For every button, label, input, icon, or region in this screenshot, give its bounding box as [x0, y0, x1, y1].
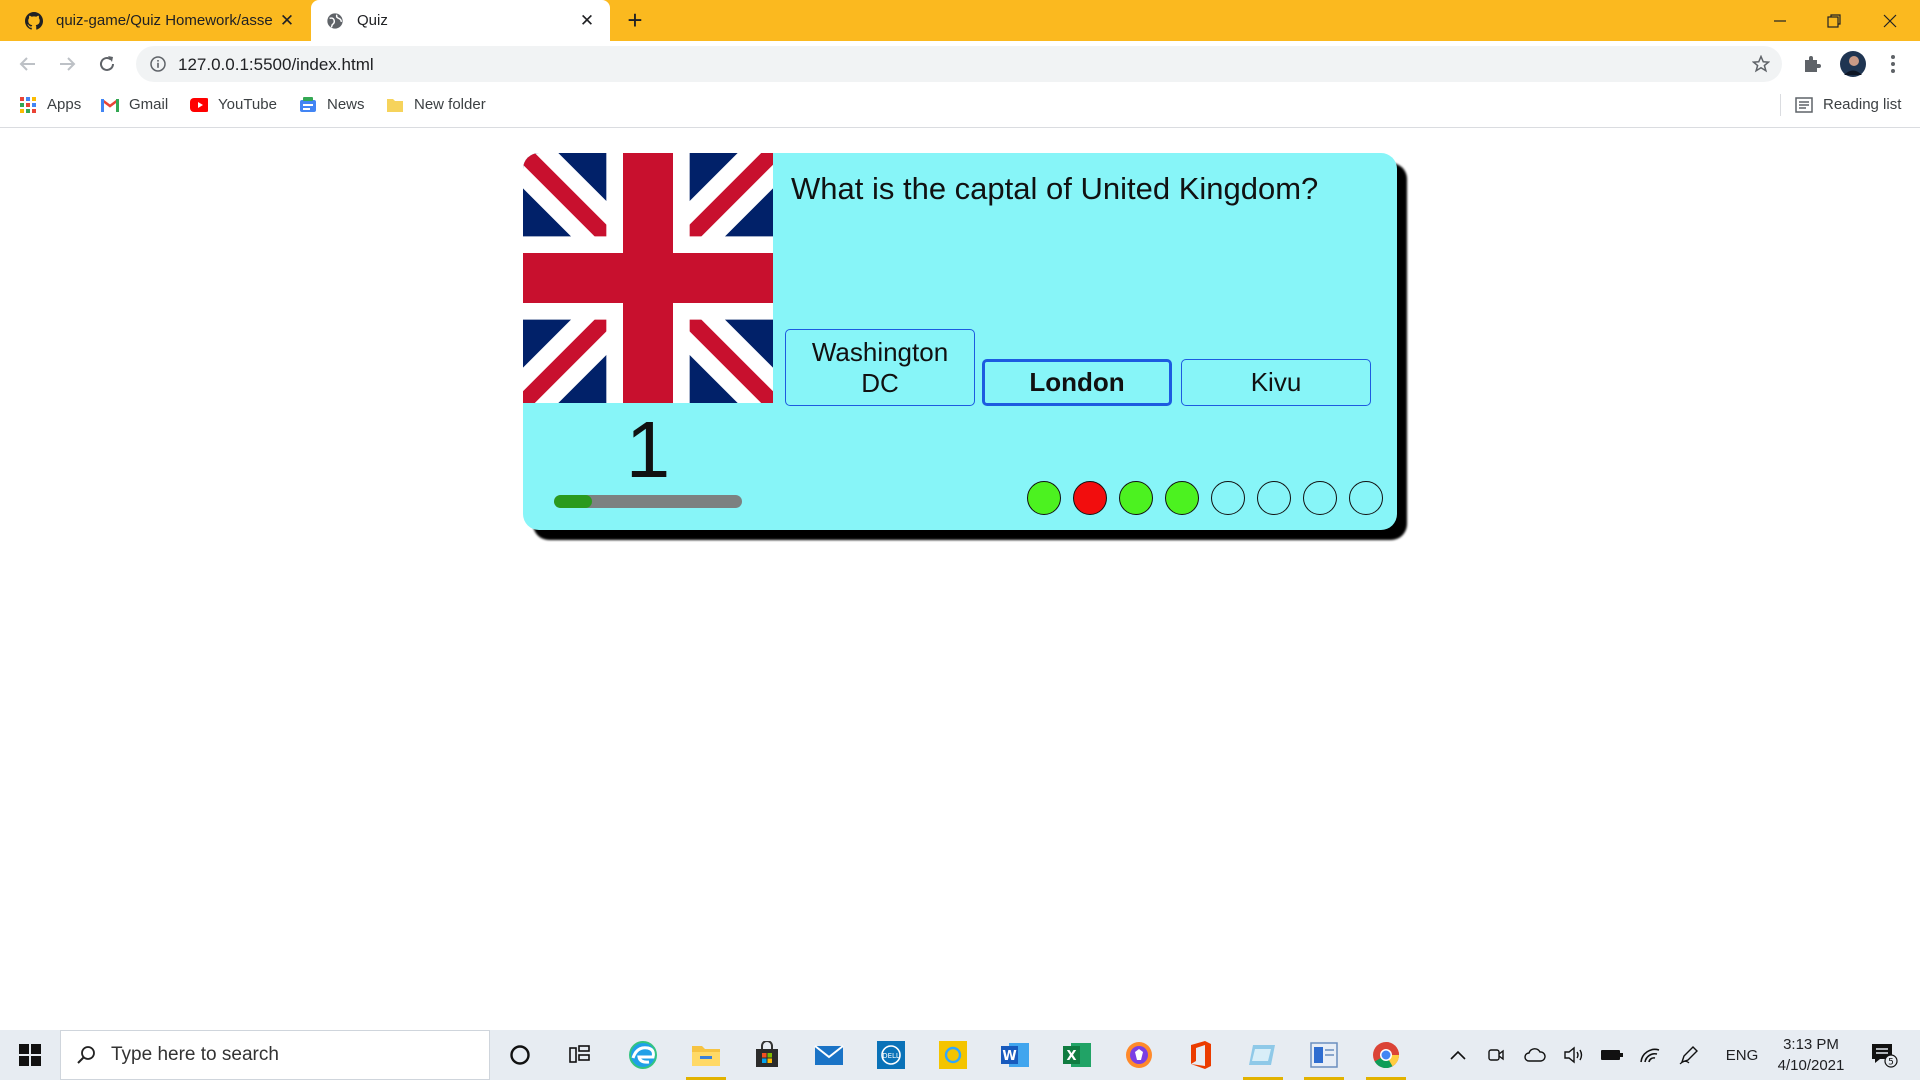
clock-time: 3:13 PM: [1783, 1036, 1839, 1053]
timer-progress-bar: [554, 495, 742, 508]
search-placeholder: Type here to search: [111, 1044, 279, 1065]
back-arrow-icon[interactable]: [12, 48, 44, 80]
info-icon[interactable]: [148, 54, 168, 74]
app-window-icon[interactable]: [1298, 1030, 1350, 1080]
result-dot-wrong: [1073, 481, 1107, 515]
folder-icon: [386, 96, 404, 114]
wifi-icon[interactable]: [1636, 1030, 1664, 1080]
answer-button-selected[interactable]: London: [982, 359, 1172, 406]
bookmark-label: YouTube: [218, 96, 277, 113]
cortana-icon[interactable]: [494, 1030, 546, 1080]
meet-now-icon[interactable]: [1482, 1030, 1510, 1080]
svg-text:X: X: [1066, 1049, 1076, 1064]
menu-dots-icon[interactable]: [1880, 51, 1906, 77]
profile-avatar-icon[interactable]: [1840, 51, 1866, 77]
dell-icon[interactable]: DELL: [865, 1030, 917, 1080]
word-icon[interactable]: W: [989, 1030, 1041, 1080]
excel-icon[interactable]: X: [1051, 1030, 1103, 1080]
volume-icon[interactable]: [1560, 1030, 1588, 1080]
svg-text:W: W: [1002, 1049, 1016, 1064]
question-text: What is the captal of United Kingdom?: [791, 171, 1319, 206]
united-kingdom-flag: [523, 153, 773, 403]
chevron-up-icon[interactable]: [1444, 1030, 1472, 1080]
edge-browser-icon[interactable]: [617, 1030, 669, 1080]
tab-strip: quiz-game/Quiz Homework/asse ✕ Quiz ✕ +: [0, 0, 1920, 41]
result-indicators: [1027, 481, 1383, 515]
notification-count: 5: [1888, 1058, 1894, 1068]
reading-list-button[interactable]: Reading list: [1795, 87, 1901, 122]
tab-github[interactable]: quiz-game/Quiz Homework/asse ✕: [0, 0, 310, 41]
notification-center-icon[interactable]: 5: [1864, 1030, 1904, 1080]
brave-icon[interactable]: [1113, 1030, 1165, 1080]
result-dot-pending: [1303, 481, 1337, 515]
tab-title: Quiz: [357, 12, 388, 29]
gmail-icon: [101, 96, 119, 114]
extensions-puzzle-icon[interactable]: [1799, 51, 1825, 77]
close-window-icon[interactable]: [1862, 0, 1918, 41]
bookmark-news[interactable]: News: [299, 87, 365, 122]
bookmark-label: New folder: [414, 96, 486, 113]
reading-list-label: Reading list: [1823, 96, 1902, 113]
divider: [1780, 94, 1781, 116]
apps-grid-icon: [19, 96, 37, 114]
bookmark-label: Apps: [47, 96, 82, 113]
new-tab-button[interactable]: +: [622, 7, 648, 34]
chrome-icon[interactable]: [1360, 1030, 1412, 1080]
github-icon: [24, 11, 44, 31]
result-dot-correct: [1165, 481, 1199, 515]
svg-text:DELL: DELL: [882, 1052, 900, 1060]
bookmark-star-icon[interactable]: [1750, 53, 1772, 75]
tab-title: quiz-game/Quiz Homework/asse: [56, 12, 273, 29]
microsoft-store-icon[interactable]: [741, 1030, 793, 1080]
bookmark-apps[interactable]: Apps: [19, 87, 81, 122]
notes-app-icon[interactable]: [1237, 1030, 1289, 1080]
globe-icon: [325, 11, 345, 31]
tab-quiz[interactable]: Quiz ✕: [311, 0, 610, 41]
task-view-icon[interactable]: [554, 1030, 606, 1080]
forward-arrow-icon[interactable]: [51, 48, 83, 80]
url-text: 127.0.0.1:5500/index.html: [178, 55, 374, 74]
answer-button[interactable]: Washington DC: [785, 329, 975, 406]
battery-icon[interactable]: [1598, 1030, 1626, 1080]
result-dot-pending: [1349, 481, 1383, 515]
sticky-app-icon[interactable]: [927, 1030, 979, 1080]
office-icon[interactable]: [1175, 1030, 1227, 1080]
bookmark-label: Gmail: [129, 96, 169, 113]
restore-icon[interactable]: [1806, 0, 1862, 41]
onedrive-cloud-icon[interactable]: [1520, 1030, 1550, 1080]
search-icon: [61, 1045, 111, 1065]
windows-start-icon[interactable]: [0, 1030, 60, 1080]
windows-taskbar: Type here to search DELL W X ENG 3:13 PM…: [0, 1030, 1920, 1080]
minimize-icon[interactable]: [1752, 0, 1808, 41]
taskbar-search-box[interactable]: Type here to search: [60, 1030, 490, 1080]
browser-toolbar: 127.0.0.1:5500/index.html: [0, 41, 1920, 87]
mail-icon[interactable]: [803, 1030, 855, 1080]
result-dot-pending: [1257, 481, 1291, 515]
pen-icon[interactable]: [1675, 1030, 1703, 1080]
clock[interactable]: 3:13 PM 4/10/2021: [1768, 1034, 1854, 1076]
close-icon[interactable]: ✕: [576, 10, 598, 32]
bookmark-new-folder[interactable]: New folder: [386, 87, 486, 122]
result-dot-correct: [1027, 481, 1061, 515]
answer-button[interactable]: Kivu: [1181, 359, 1371, 406]
news-icon: [299, 96, 317, 114]
result-dot-correct: [1119, 481, 1153, 515]
language-indicator[interactable]: ENG: [1722, 1030, 1762, 1080]
bookmark-youtube[interactable]: YouTube: [190, 87, 277, 122]
close-icon[interactable]: ✕: [276, 10, 298, 32]
timer-progress-fill: [554, 495, 592, 508]
quiz-card: What is the captal of United Kingdom? Wa…: [523, 153, 1397, 530]
address-bar[interactable]: 127.0.0.1:5500/index.html: [136, 46, 1782, 82]
reload-icon[interactable]: [91, 48, 123, 80]
result-dot-pending: [1211, 481, 1245, 515]
question-number: 1: [625, 405, 671, 494]
bookmarks-bar: Apps Gmail YouTube News New folder Readi…: [0, 87, 1920, 128]
reading-list-icon: [1795, 96, 1813, 114]
youtube-icon: [190, 96, 208, 114]
bookmark-gmail[interactable]: Gmail: [101, 87, 168, 122]
clock-date: 4/10/2021: [1777, 1057, 1845, 1074]
file-explorer-icon[interactable]: [680, 1030, 732, 1080]
bookmark-label: News: [327, 96, 365, 113]
